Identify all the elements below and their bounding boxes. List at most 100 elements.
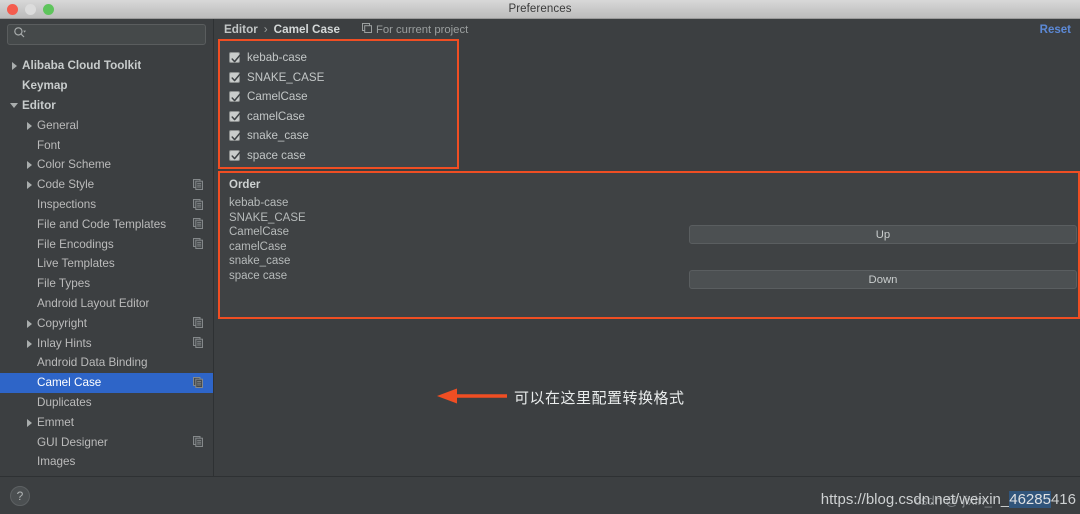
project-settings-icon [193,337,203,351]
sidebar-item-copyright[interactable]: Copyright [0,313,213,333]
for-current-project-label: For current project [361,23,468,36]
minimize-button-icon[interactable] [25,4,36,15]
project-scope-icon [361,23,372,36]
search-box[interactable] [7,24,206,45]
search-input[interactable] [26,28,200,41]
chevron-right-icon[interactable] [25,180,35,190]
sidebar-item-editor[interactable]: Editor [0,96,213,116]
sidebar-item-color-scheme[interactable]: Color Scheme [0,155,213,175]
chevron-right-icon[interactable] [25,417,35,427]
order-list-item[interactable]: SNAKE_CASE [229,211,1080,226]
sidebar-item-label: GUI Designer [37,435,108,449]
sidebar-item-file-encodings[interactable]: File Encodings [0,234,213,254]
move-up-button[interactable]: Up [689,225,1077,244]
sidebar-item-label: File Encodings [37,237,114,251]
checkbox-checked-icon[interactable] [229,110,241,122]
annotation-arrow-icon [437,388,507,404]
reset-link[interactable]: Reset [1040,24,1071,36]
sidebar-item-alibaba-cloud-toolkit[interactable]: Alibaba Cloud Toolkit [0,56,213,76]
checkbox-row-camelcase[interactable]: CamelCase [229,87,457,107]
checkbox-row-space-case[interactable]: space case [229,146,457,166]
sidebar-item-file-and-code-templates[interactable]: File and Code Templates [0,214,213,234]
traffic-lights [7,4,54,15]
project-settings-icon [193,376,203,391]
chevron-down-icon[interactable] [10,100,20,110]
sidebar-item-label: General [37,118,79,132]
checkbox-label: snake_case [247,129,309,143]
order-panel-title: Order [229,179,261,191]
checkbox-checked-icon[interactable] [229,52,241,64]
order-list-item[interactable]: snake_case [229,254,1080,269]
sidebar-item-android-data-binding[interactable]: Android Data Binding [0,353,213,373]
breadcrumb: Editor › Camel Case For current project [224,23,468,36]
sidebar-item-android-layout-editor[interactable]: Android Layout Editor [0,294,213,314]
sidebar-item-label: Emmet [37,415,75,429]
sidebar-item-label: Android Layout Editor [37,296,150,310]
sidebar-item-duplicates[interactable]: Duplicates [0,393,213,413]
checkbox-checked-icon[interactable] [229,149,241,161]
sidebar-item-label: Images [37,455,76,469]
sidebar-item-label: Inlay Hints [37,336,92,350]
sidebar-item-keymap[interactable]: Keymap [0,76,213,96]
sidebar-item-gui-designer[interactable]: GUI Designer [0,432,213,452]
sidebar-item-live-templates[interactable]: Live Templates [0,254,213,274]
watermark-primary: https://blog.csdn.net/weixin_46285416 [821,491,1076,508]
chevron-right-icon[interactable] [10,61,20,71]
sidebar-item-font[interactable]: Font [0,135,213,155]
help-button[interactable]: ? [10,486,30,506]
checkbox-checked-icon[interactable] [229,130,241,142]
watermark-suffix: 416 [1050,491,1076,508]
sidebar-item-label: Android Data Binding [37,356,148,370]
sidebar-item-general[interactable]: General [0,115,213,135]
dialog-bottom-bar: ? csdn @ jixin_ https://blog.csdn.net/we… [0,476,1080,514]
checkbox-checked-icon[interactable] [229,91,241,103]
sidebar-item-file-types[interactable]: File Types [0,274,213,294]
move-down-button[interactable]: Down [689,270,1077,289]
sidebar-item-truncated[interactable] [0,49,213,56]
checkbox-row-snake-case[interactable]: snake_case [229,126,457,146]
breadcrumb-separator-icon: › [263,23,268,36]
settings-sidebar: Alibaba Cloud Toolkit Keymap Editor General… [0,19,214,476]
breadcrumb-parent[interactable]: Editor [224,23,258,36]
sidebar-item-label: Color Scheme [37,158,112,172]
project-settings-icon [193,317,203,331]
settings-tree: Alibaba Cloud Toolkit Keymap Editor General… [0,49,213,476]
sidebar-item-inspections[interactable]: Inspections [0,195,213,215]
checkbox-checked-icon[interactable] [229,71,241,83]
sidebar-item-camel-case[interactable]: Camel Case [0,372,213,393]
window-titlebar: Preferences [0,0,1080,19]
sidebar-item-images[interactable]: Images [0,452,213,472]
close-button-icon[interactable] [7,4,18,15]
annotation-text: 可以在这里配置转换格式 [514,389,685,407]
chevron-right-icon[interactable] [25,318,35,328]
checkbox-row-kebab-case[interactable]: kebab-case [229,48,457,68]
breadcrumb-current: Camel Case [273,23,340,36]
sidebar-item-label: Camel Case [37,376,102,390]
window-body: Alibaba Cloud Toolkit Keymap Editor General… [0,19,1080,514]
sidebar-item-label: File Types [37,277,91,291]
chevron-right-icon[interactable] [25,160,35,170]
checkbox-row-snake-case[interactable]: SNAKE_CASE [229,68,457,88]
sidebar-item-emmet[interactable]: Emmet [0,412,213,432]
settings-content: Editor › Camel Case For current project … [215,19,1080,476]
chevron-right-icon[interactable] [25,338,35,348]
zoom-button-icon[interactable] [43,4,54,15]
order-list-item[interactable]: kebab-case [229,196,1080,211]
checkbox-label: CamelCase [247,90,308,104]
sidebar-item-label: Inspections [37,197,97,211]
chevron-right-icon[interactable] [25,120,35,130]
sidebar-item-code-style[interactable]: Code Style [0,175,213,195]
sidebar-item-inlay-hints[interactable]: Inlay Hints [0,333,213,353]
checkbox-label: kebab-case [247,51,307,65]
checkbox-row-camelcase[interactable]: camelCase [229,107,457,127]
watermark-prefix: https://blog.csdn.net/weixin_ [820,491,1010,508]
sidebar-item-label: Copyright [37,316,88,330]
